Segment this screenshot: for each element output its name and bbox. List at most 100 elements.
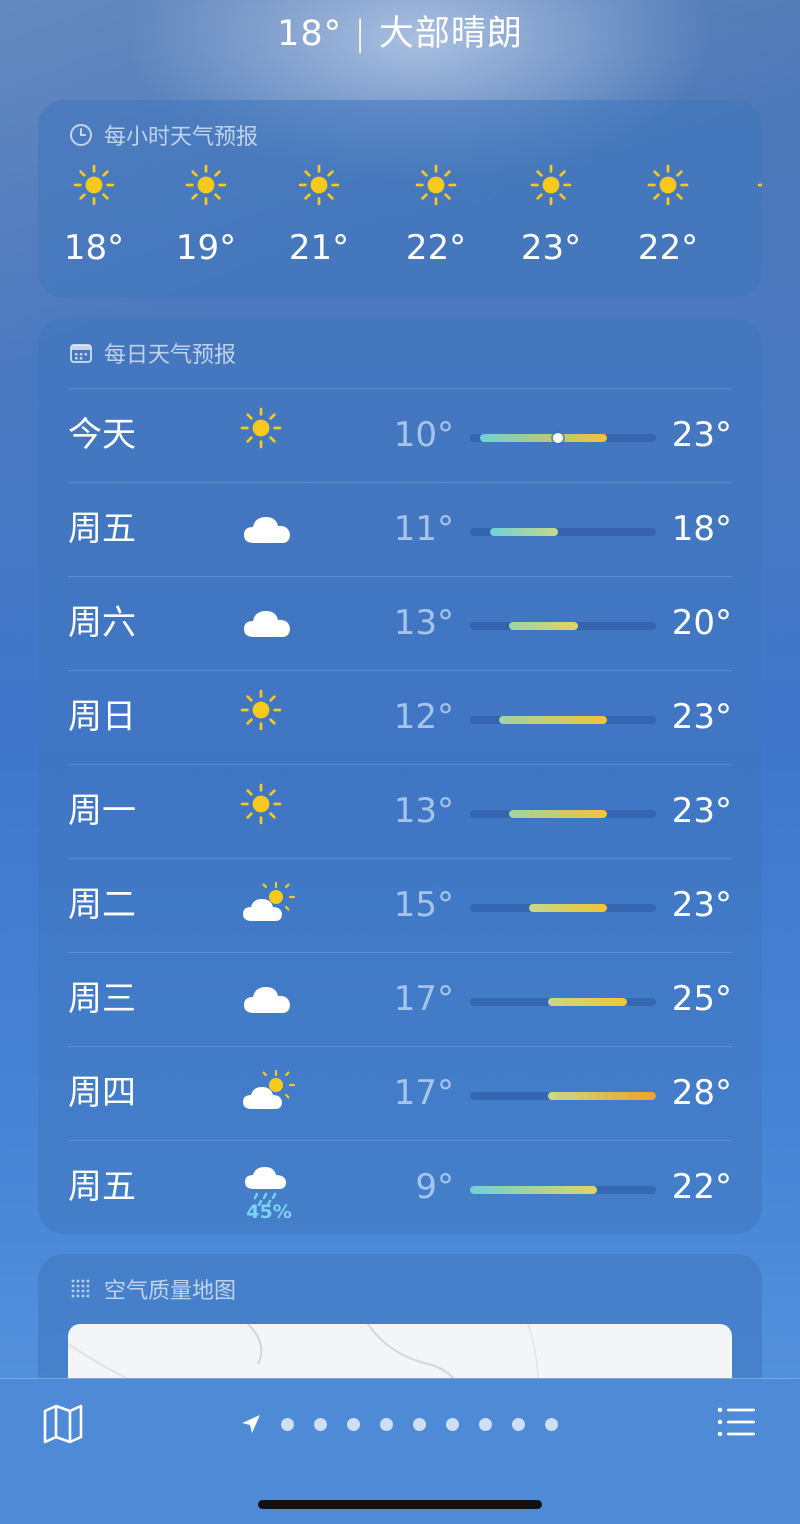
daily-row[interactable]: 周四 17° 28° <box>68 1046 732 1141</box>
sun-icon <box>240 783 296 839</box>
daily-row[interactable]: 周日 12° 23° <box>68 670 732 765</box>
page-dot[interactable] <box>512 1418 525 1431</box>
day-name: 周六 <box>68 603 136 643</box>
separator: | <box>354 14 367 54</box>
location-arrow-icon <box>242 1415 260 1433</box>
hourly-item: 22° <box>386 164 486 268</box>
hourly-item: 18° <box>44 164 144 268</box>
hourly-item: 23° <box>501 164 601 268</box>
temperature-range-track <box>470 904 656 912</box>
temperature-range-track <box>470 528 656 536</box>
sun-icon <box>156 164 256 210</box>
high-temperature: 23° <box>671 415 732 455</box>
hourly-temperature: 22° <box>637 228 699 268</box>
temperature-range-bar <box>548 1092 656 1100</box>
day-name: 周三 <box>68 979 136 1019</box>
hourly-forecast-title: 每小时天气预报 <box>104 125 259 150</box>
page-dot[interactable] <box>545 1418 558 1431</box>
daily-row[interactable]: 周一 13° 23° <box>68 764 732 859</box>
sun-icon <box>240 407 296 463</box>
page-indicator[interactable] <box>0 1409 800 1439</box>
temperature-range-bar <box>509 622 578 630</box>
page-dot[interactable] <box>446 1418 459 1431</box>
page-dot[interactable] <box>380 1418 393 1431</box>
sun-icon <box>728 164 762 210</box>
sun-icon <box>386 164 486 210</box>
low-temperature: 17° <box>393 979 454 1019</box>
sun-icon <box>618 164 718 210</box>
daily-forecast-header: 每日天气预报 <box>68 338 236 368</box>
air-quality-header: 空气质量地图 <box>68 1274 236 1304</box>
high-temperature: 20° <box>671 603 732 643</box>
day-name: 周四 <box>68 1073 136 1113</box>
current-temperature: 18° <box>277 14 343 54</box>
low-temperature: 12° <box>393 697 454 737</box>
day-name: 周五 <box>68 1167 136 1207</box>
temperature-range-bar <box>499 716 608 724</box>
daily-row[interactable]: 周六 13° 20° <box>68 576 732 671</box>
sun-icon <box>44 164 144 210</box>
low-temperature: 15° <box>393 885 454 925</box>
sun-icon <box>240 689 296 745</box>
page-dot[interactable] <box>479 1418 492 1431</box>
daily-row[interactable]: 周二 15° 23° <box>68 858 732 953</box>
day-name: 今天 <box>68 415 136 455</box>
high-temperature: 23° <box>671 885 732 925</box>
page-dot[interactable] <box>281 1418 294 1431</box>
day-name: 周二 <box>68 885 136 925</box>
page-dot[interactable] <box>413 1418 426 1431</box>
temperature-range-track <box>470 433 656 443</box>
cloud-icon <box>240 971 296 1027</box>
temperature-range-bar <box>509 810 608 818</box>
daily-row[interactable]: 周五 45% 9° 22° <box>68 1140 732 1235</box>
temperature-range-track <box>470 998 656 1006</box>
temperature-range-bar <box>470 1186 598 1194</box>
high-temperature: 23° <box>671 791 732 831</box>
precip-chance: 45% <box>246 1201 292 1223</box>
temperature-range-track <box>470 1092 656 1100</box>
hourly-temperature: 18° <box>63 228 125 268</box>
high-temperature: 22° <box>671 1167 732 1207</box>
air-quality-icon <box>68 1276 94 1302</box>
page-dot[interactable] <box>314 1418 327 1431</box>
hourly-item: 22° <box>618 164 718 268</box>
day-name: 周五 <box>68 509 136 549</box>
low-temperature: 17° <box>393 1073 454 1113</box>
page-dot[interactable] <box>347 1418 360 1431</box>
low-temperature: 11° <box>393 509 454 549</box>
partly-sunny-icon <box>240 1065 296 1121</box>
temperature-range-bar <box>489 528 559 536</box>
low-temperature: 10° <box>393 415 454 455</box>
calendar-icon <box>68 340 94 366</box>
daily-row[interactable]: 周三 17° 25° <box>68 952 732 1047</box>
sun-icon <box>269 164 369 210</box>
temperature-range-bar <box>479 434 608 442</box>
hourly-item: 21° <box>269 164 369 268</box>
city-list-button[interactable] <box>714 1401 760 1447</box>
hourly-temperature: 21° <box>288 228 350 268</box>
cloud-icon <box>240 501 296 557</box>
daily-row[interactable]: 周五 11° 18° <box>68 482 732 577</box>
home-indicator[interactable] <box>258 1500 542 1509</box>
high-temperature: 28° <box>671 1073 732 1113</box>
daily-row[interactable]: 今天 10° 23° <box>68 388 732 483</box>
low-temperature: 13° <box>393 791 454 831</box>
day-name: 周一 <box>68 791 136 831</box>
temperature-range-track <box>470 810 656 818</box>
cloud-icon <box>240 595 296 651</box>
hourly-forecast-card[interactable]: 每小时天气预报 18° 19° 21° 22° 23° 22° 2 <box>38 100 762 298</box>
daily-forecast-title: 每日天气预报 <box>104 343 237 368</box>
partly-sunny-icon <box>240 877 296 933</box>
low-temperature: 13° <box>393 603 454 643</box>
low-temperature: 9° <box>415 1167 454 1207</box>
high-temperature: 25° <box>671 979 732 1019</box>
air-quality-title: 空气质量地图 <box>104 1279 237 1304</box>
hourly-temperature: 22° <box>405 228 467 268</box>
hourly-temperature: 2 <box>728 228 762 268</box>
temperature-range-bar <box>528 904 608 912</box>
hourly-item: 19° <box>156 164 256 268</box>
current-conditions: 18° | 大部晴朗 <box>0 10 800 58</box>
hourly-forecast-header: 每小时天气预报 <box>68 120 258 150</box>
high-temperature: 18° <box>671 509 732 549</box>
daily-forecast-card[interactable]: 每日天气预报 今天 10° 23° 周五 11° 18° 周六 13° 20° 周日 12° 23° 周… <box>38 318 762 1234</box>
